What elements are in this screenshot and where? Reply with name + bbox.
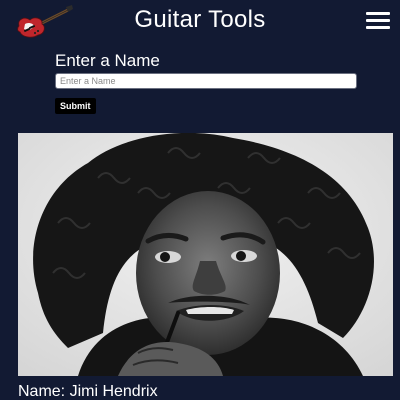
name-input[interactable] xyxy=(55,73,357,89)
menu-bar xyxy=(366,26,390,29)
header: Guitar Tools xyxy=(0,0,400,44)
menu-bar xyxy=(366,19,390,22)
form-label: Enter a Name xyxy=(55,51,160,70)
name-form: Enter a Name Submit xyxy=(55,51,365,114)
page: Guitar Tools Enter a Name Submit xyxy=(0,0,400,400)
portrait-image xyxy=(18,133,393,376)
app-title: Guitar Tools xyxy=(134,6,266,33)
hamburger-menu-icon[interactable] xyxy=(366,12,390,30)
menu-bar xyxy=(366,12,390,15)
artist-photo xyxy=(18,133,393,376)
artist-name-caption: Name: Jimi Hendrix xyxy=(18,383,158,400)
submit-button[interactable]: Submit xyxy=(55,98,96,114)
